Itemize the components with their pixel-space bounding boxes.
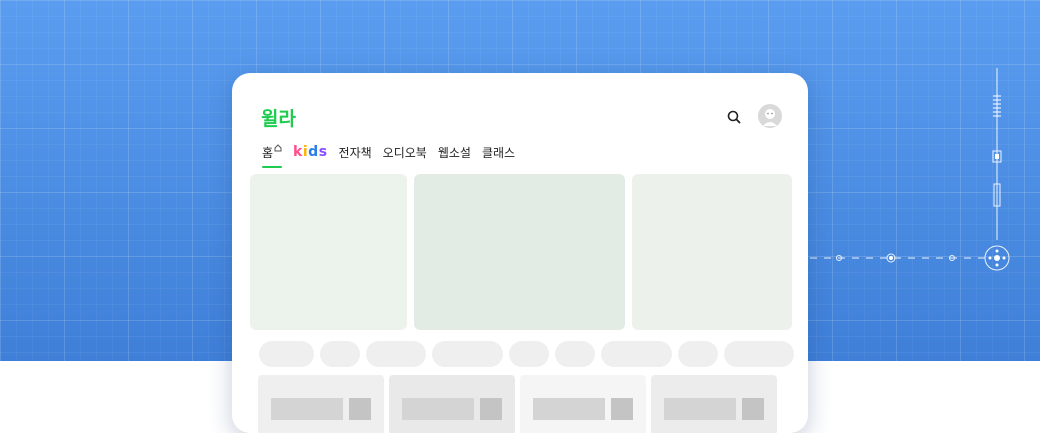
- tab-audiobook[interactable]: 오디오북: [383, 144, 427, 161]
- card-thumb-placeholder: [480, 398, 502, 420]
- banner-placeholder[interactable]: [632, 174, 792, 330]
- device-notch: [270, 73, 354, 75]
- card-text-placeholder: [533, 398, 605, 420]
- user-icon: [763, 109, 777, 126]
- app-logo[interactable]: 윌라: [261, 104, 296, 131]
- content-card[interactable]: [651, 375, 777, 433]
- chip-placeholder[interactable]: [259, 341, 314, 367]
- chip-placeholder[interactable]: [555, 341, 595, 367]
- card-thumb-placeholder: [742, 398, 764, 420]
- card-thumb-placeholder: [349, 398, 371, 420]
- chip-placeholder[interactable]: [678, 341, 718, 367]
- avatar[interactable]: [758, 104, 782, 128]
- home-icon: [274, 143, 282, 151]
- tab-kids[interactable]: kids kids: [293, 144, 328, 160]
- chip-placeholder[interactable]: [601, 341, 672, 367]
- tab-home-label: 홈: [262, 145, 274, 160]
- chip-placeholder[interactable]: [320, 341, 360, 367]
- content-card[interactable]: [389, 375, 515, 433]
- tablet-mockup: 윌라 홈 kids kids 전자책 오디오북 웹소설 클래스: [232, 73, 808, 433]
- category-tabs: 홈 kids kids 전자책 오디오북 웹소설 클래스: [262, 141, 526, 168]
- banner-placeholder[interactable]: [250, 174, 407, 330]
- banner-placeholder[interactable]: [414, 174, 625, 330]
- chip-placeholder[interactable]: [509, 341, 549, 367]
- chip-placeholder[interactable]: [432, 341, 503, 367]
- tab-ebook[interactable]: 전자책: [339, 144, 372, 161]
- chip-placeholder[interactable]: [366, 341, 426, 367]
- tab-home[interactable]: 홈: [262, 143, 283, 168]
- chip-placeholder[interactable]: [724, 341, 794, 367]
- card-text-placeholder: [402, 398, 474, 420]
- banner-carousel[interactable]: [250, 174, 792, 330]
- card-text-placeholder: [271, 398, 343, 420]
- card-text-placeholder: [664, 398, 736, 420]
- tab-class[interactable]: 클래스: [482, 144, 515, 161]
- search-icon[interactable]: [726, 109, 742, 125]
- card-thumb-placeholder: [611, 398, 633, 420]
- content-card[interactable]: [520, 375, 646, 433]
- content-card[interactable]: [258, 375, 384, 433]
- tab-webnovel[interactable]: 웹소설: [438, 144, 471, 161]
